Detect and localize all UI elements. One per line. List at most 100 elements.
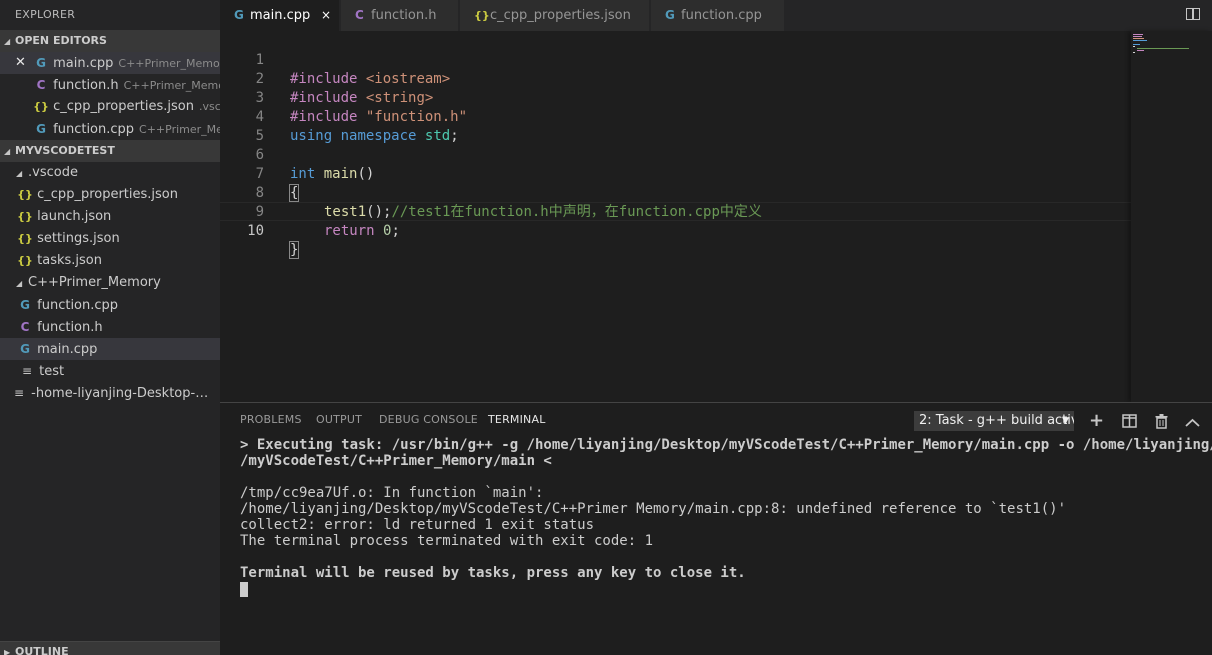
split-terminal-icon[interactable] [1122, 414, 1137, 431]
terminal-task-select[interactable]: 2: Task - g++ build active file ▼ [914, 411, 1074, 431]
chevron-down-icon: ◢ [16, 169, 23, 178]
tree-item-tasks-json[interactable]: {} tasks.json [0, 250, 220, 272]
tab-terminal[interactable]: TERMINAL [488, 413, 546, 426]
json-file-icon: {} [17, 210, 33, 223]
code-editor[interactable]: 1 #include <iostream> 2 #include <string… [220, 31, 1212, 402]
tab-function-cpp[interactable]: Gfunction.cpp [651, 0, 785, 31]
tree-item-label: test [39, 364, 65, 379]
outline-header[interactable]: ▶ OUTLINE [0, 641, 220, 655]
minimap[interactable] [1131, 31, 1212, 402]
tree-folder-vscode[interactable]: ◢ .vscode [0, 162, 220, 184]
terminal-output[interactable]: > Executing task: /usr/bin/g++ -g /home/… [240, 437, 1212, 597]
code-token: ; [391, 223, 400, 239]
chevron-down-icon: ◢ [4, 37, 11, 46]
tab-debug-console[interactable]: DEBUG CONSOLE [379, 413, 478, 426]
code-line: 7 { [220, 146, 1131, 202]
tree-item-label: function.h [37, 320, 103, 335]
tree-item-binary[interactable]: ≡ -home-liyanjing-Desktop-myVScodeTest-C… [0, 382, 218, 404]
chevron-up-icon[interactable] [1185, 415, 1200, 431]
terminal-line: > Executing task: /usr/bin/g++ -g /home/… [240, 437, 1212, 453]
tree-item-label: main.cpp [37, 342, 98, 357]
workspace-header[interactable]: ◢ MYVSCODETEST [0, 140, 220, 162]
tab-label: main.cpp [250, 8, 311, 23]
open-editor-item-function-cpp[interactable]: G function.cpp C++Primer_Memory [0, 118, 220, 140]
trash-icon[interactable] [1155, 414, 1168, 432]
explorer-sidebar: EXPLORER ◢ OPEN EDITORS ✕ G main.cpp C++Pr… [0, 0, 220, 655]
open-editor-desc: C++Primer_Memory [123, 79, 220, 92]
open-editors-label: OPEN EDITORS [15, 34, 107, 47]
cpp-file-icon: G [36, 56, 46, 70]
tree-item-label: function.cpp [37, 298, 119, 313]
open-editor-name: c_cpp_properties.json [53, 99, 194, 114]
line-number: 10 [247, 223, 264, 239]
chevron-down-icon: ◢ [4, 147, 11, 156]
terminal-cursor [240, 582, 248, 597]
terminal-line: /myVScodeTest/C++Primer_Memory/main < [240, 453, 552, 469]
tab-label: function.h [371, 8, 437, 23]
chevron-right-icon: ▶ [4, 648, 11, 655]
minimap-line [1133, 34, 1143, 36]
open-editor-item-main-cpp[interactable]: ✕ G main.cpp C++Primer_Memory [0, 52, 220, 74]
minimap-line [1133, 46, 1135, 48]
minimap-line [1137, 48, 1189, 50]
terminal-line: The terminal process terminated with exi… [240, 533, 654, 549]
open-editors-header[interactable]: ◢ OPEN EDITORS [0, 30, 220, 52]
code-line-current: 10 } [220, 202, 1131, 259]
tree-item-function-h[interactable]: C function.h [0, 316, 220, 338]
code-line: 8 test1();//test1在function.h中声明，在functio… [220, 165, 1131, 220]
code-line: 5 [220, 108, 1131, 144]
json-file-icon: {} [17, 232, 33, 245]
tab-output[interactable]: OUTPUT [316, 413, 362, 426]
close-icon[interactable]: ✕ [15, 52, 26, 74]
tree-item-launch-json[interactable]: {} launch.json [0, 206, 220, 228]
terminal-line: /home/liyanjing/Desktop/myVScodeTest/C++… [240, 501, 1067, 517]
tree-folder-cpp-primer-memory[interactable]: ◢ C++Primer_Memory [0, 272, 220, 294]
tree-item-function-cpp[interactable]: G function.cpp [0, 294, 220, 316]
tree-item-test[interactable]: ≡ test [0, 360, 220, 382]
open-editor-desc: C++Primer_Memory [118, 57, 220, 70]
tab-problems[interactable]: PROBLEMS [240, 413, 302, 426]
tree-item-label: launch.json [37, 209, 112, 224]
tab-main-cpp[interactable]: Gmain.cpp × [220, 0, 340, 31]
open-editor-item-function-h[interactable]: C function.h C++Primer_Memory [0, 74, 220, 96]
terminal-line: collect2: error: ld returned 1 exit stat… [240, 517, 595, 533]
minimap-line [1133, 44, 1140, 46]
plus-icon[interactable]: + [1089, 412, 1104, 430]
code-line: 1 #include <iostream> [220, 32, 1131, 87]
dropdown-caret-icon: ▼ [1062, 416, 1069, 426]
file-icon: ≡ [21, 364, 33, 378]
code-line: 2 #include <string> [220, 51, 1131, 106]
tab-c-cpp-properties[interactable]: {}c_cpp_properties.json [460, 0, 650, 31]
split-editor-icon[interactable] [1186, 8, 1200, 20]
close-icon[interactable]: × [321, 0, 331, 31]
tree-item-label: .vscode [28, 165, 78, 180]
outline-label: OUTLINE [15, 645, 69, 655]
cpp-file-icon: G [234, 8, 244, 22]
tree-item-c-cpp-properties[interactable]: {} c_cpp_properties.json [0, 184, 220, 206]
code-line: 3 #include "function.h" [220, 70, 1131, 125]
open-editor-item-c-cpp-properties[interactable]: {} c_cpp_properties.json .vscode [0, 96, 220, 118]
tree-item-main-cpp[interactable]: G main.cpp [0, 338, 220, 360]
minimap-line [1133, 40, 1147, 42]
cpp-file-icon: G [665, 8, 675, 22]
minimap-line [1137, 50, 1144, 52]
code-line: 4 using namespace std; [220, 89, 1131, 144]
code-line: 6 int main() [220, 127, 1131, 182]
open-editor-desc: C++Primer_Memory [139, 123, 220, 136]
open-editor-name: function.h [53, 78, 119, 93]
workspace-label: MYVSCODETEST [15, 144, 115, 157]
terminal-line: /tmp/cc9ea7Uf.o: In function `main': [240, 485, 544, 501]
code-line: 9 return 0; [220, 184, 1131, 239]
explorer-title: EXPLORER [15, 8, 76, 21]
task-select-value: 2: Task - g++ build active file [919, 413, 1074, 428]
json-file-icon: {} [17, 254, 33, 267]
json-file-icon: {} [33, 100, 49, 113]
cpp-file-icon: G [20, 342, 30, 356]
tree-item-settings-json[interactable]: {} settings.json [0, 228, 220, 250]
matching-bracket: } [288, 241, 300, 259]
tab-label: c_cpp_properties.json [490, 8, 631, 23]
chevron-down-icon: ◢ [16, 279, 23, 288]
tab-function-h[interactable]: Cfunction.h [341, 0, 459, 31]
